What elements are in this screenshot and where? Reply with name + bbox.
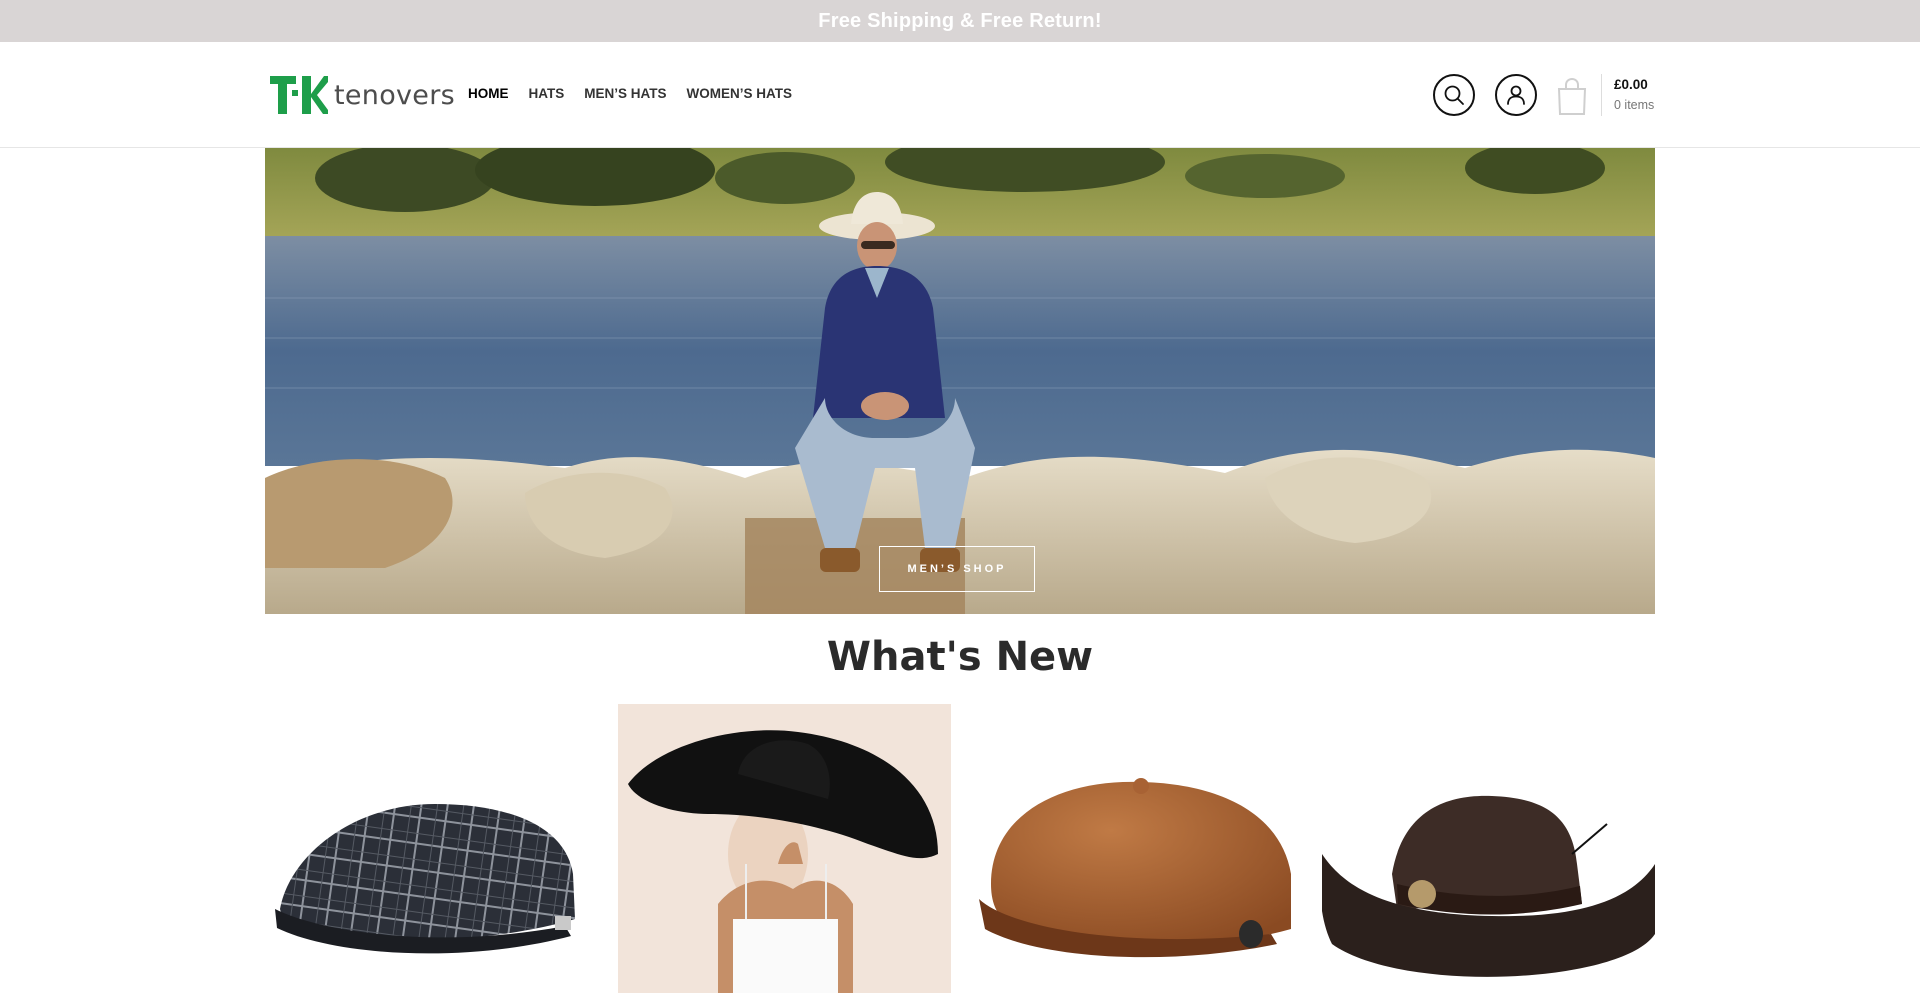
search-button[interactable]: [1433, 74, 1475, 116]
account-button[interactable]: [1495, 74, 1537, 116]
product-image: [979, 778, 1291, 958]
product-card[interactable]: [265, 704, 598, 993]
search-icon: [1444, 85, 1464, 105]
hero-image: [265, 148, 1655, 614]
product-card[interactable]: [618, 704, 951, 993]
nav-item-womens-hats[interactable]: WOMEN’S HATS: [687, 86, 793, 101]
hero-banner: MEN’S SHOP: [265, 148, 1655, 614]
mens-shop-button[interactable]: MEN’S SHOP: [879, 546, 1035, 592]
announcement-bar: Free Shipping & Free Return!: [0, 0, 1920, 42]
shopping-bag-icon[interactable]: [1556, 78, 1588, 116]
user-icon: [1507, 85, 1525, 105]
product-card[interactable]: [1322, 704, 1655, 993]
product-image: [1322, 704, 1655, 993]
announcement-text: Free Shipping & Free Return!: [818, 9, 1102, 32]
brand-logo[interactable]: tenovers: [270, 74, 455, 116]
cart-item-count[interactable]: 0 items: [1614, 98, 1654, 112]
cart-total[interactable]: £0.00: [1614, 77, 1648, 92]
nav-item-mens-hats[interactable]: MEN’S HATS: [584, 86, 666, 101]
section-title: What's New: [826, 634, 1094, 680]
product-image: [618, 704, 951, 993]
brand-name: tenovers: [334, 79, 455, 111]
nav-item-hats[interactable]: HATS: [529, 86, 565, 101]
product-card[interactable]: [971, 704, 1304, 993]
main-nav: HOME HATS MEN’S HATS WOMEN’S HATS: [468, 86, 792, 101]
logo-mark-icon: [270, 76, 328, 114]
product-image: [275, 804, 575, 954]
site-header: tenovers HOME HATS MEN’S HATS WOMEN’S HA…: [0, 42, 1920, 148]
cart-divider: [1601, 74, 1602, 116]
nav-item-home[interactable]: HOME: [468, 86, 509, 101]
